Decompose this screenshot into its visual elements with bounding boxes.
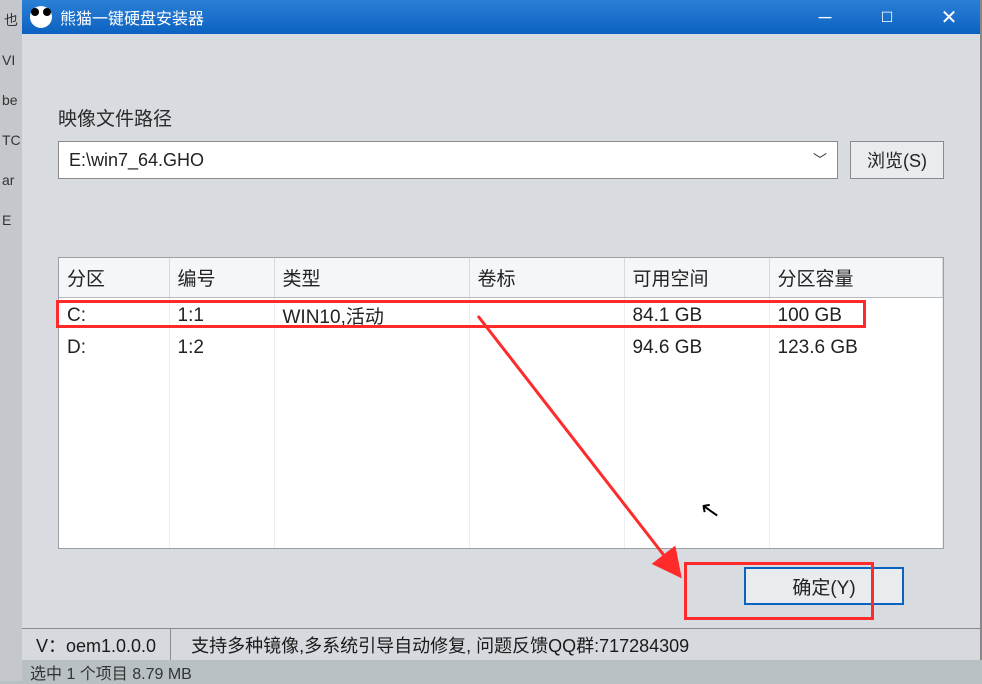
cell-volume	[469, 298, 624, 334]
titlebar[interactable]: 熊猫一键硬盘安装器 ☐	[22, 0, 980, 34]
status-info: 支持多种镜像,多系统引导自动修复, 问题反馈QQ群:717284309	[171, 632, 689, 658]
table-row-empty	[59, 531, 943, 549]
cell-partition: D:	[59, 333, 169, 363]
header-capacity[interactable]: 分区容量	[769, 258, 943, 298]
header-volume[interactable]: 卷标	[469, 258, 624, 298]
cell-available: 84.1 GB	[624, 298, 769, 334]
cell-number: 1:2	[169, 333, 274, 363]
cell-capacity: 123.6 GB	[769, 333, 943, 363]
chevron-down-icon: ﹀	[813, 150, 827, 170]
explorer-selection-text: 选中 1 个项目 8.79 MB	[30, 660, 192, 684]
background-strip: 也 VI be TC ar E	[0, 0, 22, 681]
statusbar: V：oem1.0.0.0 支持多种镜像,多系统引导自动修复, 问题反馈QQ群:7…	[22, 628, 980, 660]
table-row[interactable]: C: 1:1 WIN10,活动 84.1 GB 100 GB	[59, 298, 943, 334]
content-area: 映像文件路径 E:\win7_64.GHO ﹀ 浏览(S) 分区 编号 类型	[22, 34, 980, 605]
cell-available: 94.6 GB	[624, 333, 769, 363]
image-path-select[interactable]: E:\win7_64.GHO ﹀	[58, 141, 838, 179]
header-available[interactable]: 可用空间	[624, 258, 769, 298]
installer-window: 熊猫一键硬盘安装器 ☐ 映像文件路径 E:\win7_64.GHO ﹀ 浏览(S…	[22, 0, 982, 660]
footer-row: 确定(Y)	[58, 549, 944, 605]
cell-type: WIN10,活动	[274, 298, 469, 334]
maximize-button[interactable]: ☐	[856, 0, 918, 34]
window-title: 熊猫一键硬盘安装器	[60, 5, 794, 29]
panda-icon	[30, 6, 52, 28]
image-path-row: E:\win7_64.GHO ﹀ 浏览(S)	[58, 141, 944, 179]
cell-partition: C:	[59, 298, 169, 334]
header-number[interactable]: 编号	[169, 258, 274, 298]
header-type[interactable]: 类型	[274, 258, 469, 298]
cell-capacity: 100 GB	[769, 298, 943, 334]
version-label: V：oem1.0.0.0	[22, 629, 171, 660]
cell-type	[274, 333, 469, 363]
table-row[interactable]: D: 1:2 94.6 GB 123.6 GB	[59, 333, 943, 363]
close-button[interactable]	[918, 0, 980, 34]
window-controls: ☐	[794, 0, 980, 34]
table-header-row: 分区 编号 类型 卷标 可用空间 分区容量	[59, 258, 943, 298]
image-path-label: 映像文件路径	[58, 104, 944, 131]
table-row-empty	[59, 391, 943, 419]
minimize-button[interactable]	[794, 0, 856, 34]
browse-button[interactable]: 浏览(S)	[850, 141, 944, 179]
table-row-empty	[59, 447, 943, 475]
image-path-value: E:\win7_64.GHO	[69, 150, 204, 171]
partition-table: 分区 编号 类型 卷标 可用空间 分区容量 C: 1:1 WIN10,活动 8	[58, 257, 944, 549]
table-row-empty	[59, 503, 943, 531]
table-row-empty	[59, 363, 943, 391]
table-row-empty	[59, 419, 943, 447]
table-row-empty	[59, 475, 943, 503]
cell-number: 1:1	[169, 298, 274, 334]
header-partition[interactable]: 分区	[59, 258, 169, 298]
cell-volume	[469, 333, 624, 363]
ok-button[interactable]: 确定(Y)	[744, 567, 904, 605]
